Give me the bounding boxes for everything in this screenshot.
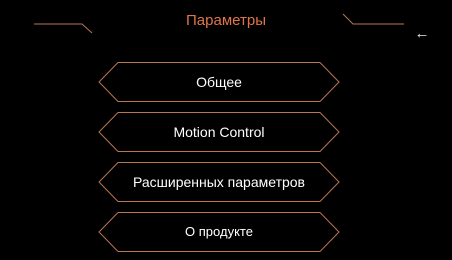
page-title: Параметры [186,12,266,29]
back-button[interactable]: ← [412,24,432,44]
menu-item-general[interactable]: Общее [98,62,340,102]
menu-item-label: Motion Control [173,124,265,140]
menu-item-advanced[interactable]: Расширенных параметров [98,162,340,202]
menu-item-label: Общее [196,74,242,90]
menu-item-about[interactable]: О продукте [98,212,340,252]
menu-item-motion-control[interactable]: Motion Control [98,112,340,152]
menu-item-label: О продукте [185,224,253,239]
back-arrow-icon: ← [414,25,430,42]
menu-item-label: Расширенных параметров [132,174,305,190]
